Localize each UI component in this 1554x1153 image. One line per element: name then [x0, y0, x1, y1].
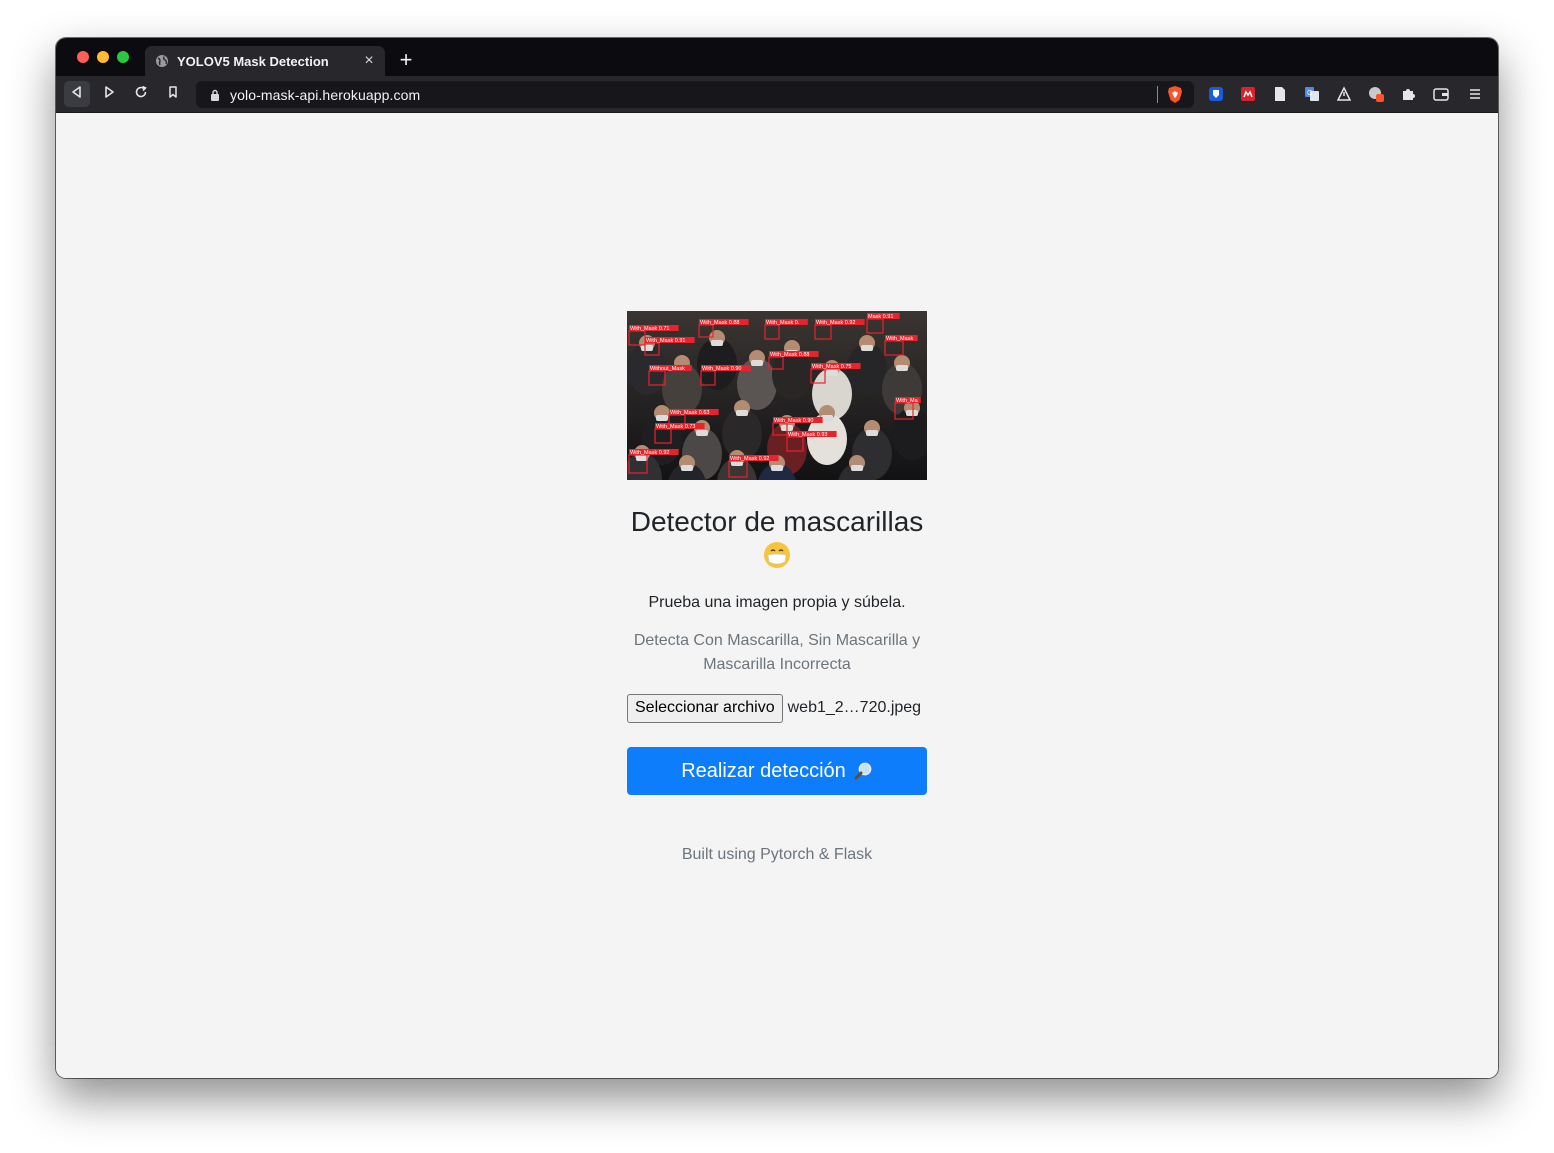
wallet-icon[interactable]: [1432, 85, 1450, 103]
page-icon[interactable]: [1271, 85, 1289, 103]
lock-icon: [210, 89, 220, 101]
detection-label-2: With_Mask 0.88: [700, 320, 739, 326]
back-icon: [70, 85, 84, 104]
bitwarden-icon[interactable]: [1207, 85, 1225, 103]
new-tab-button[interactable]: +: [396, 49, 416, 71]
run-detection-label: Realizar detección: [681, 759, 846, 782]
crowd-mask-6: [861, 345, 873, 351]
crowd-mask-12: [821, 415, 833, 421]
crowd-mask-3: [751, 360, 763, 366]
crowd-mask-16: [681, 465, 693, 471]
crowd-mask-5: [826, 370, 838, 376]
detection-label-4: With_Mask 0.92: [816, 320, 855, 326]
detection-label-13: With_Mask 0.73: [656, 424, 695, 430]
crowd-mask-10: [736, 410, 748, 416]
page-body: With_Mask 0.71 With_Mask 0.91 With_Mask 0.…: [56, 113, 1498, 1078]
maximize-window-button[interactable]: [117, 51, 129, 63]
tab-title: YOLOV5 Mask Detection: [177, 53, 329, 69]
page-title: Detector de mascarillas: [630, 506, 924, 537]
detection-label-14: With_Mask 0.90: [774, 418, 813, 424]
crowd-mask-14: [906, 410, 918, 416]
main-content: With_Mask 0.71 With_Mask 0.91 With_Mask 0.…: [627, 311, 927, 865]
crowd-mask-15: [636, 455, 648, 461]
browser-toolbar: yolo-mask-api.herokuapp.com G: [56, 76, 1498, 113]
back-button[interactable]: [64, 81, 90, 107]
detection-label-17: With_Mask 0.92: [730, 456, 769, 462]
detection-label-12: With_Mask 0.63: [670, 410, 709, 416]
tab-yolov5-mask-detection[interactable]: YOLOV5 Mask Detection ×: [145, 46, 385, 76]
minimize-window-button[interactable]: [97, 51, 109, 63]
menu-icon[interactable]: [1466, 85, 1484, 103]
alert-icon[interactable]: [1335, 85, 1353, 103]
detection-label-9: With_Mask 0.90: [702, 366, 741, 372]
detection-result-image: With_Mask 0.71 With_Mask 0.91 With_Mask 0.…: [627, 311, 927, 480]
detection-label-5: Mask 0.91: [868, 314, 893, 320]
detection-label-6: With_Mask: [886, 336, 913, 342]
detection-label-7: With_Mask 0.88: [770, 352, 809, 358]
detection-label-15: With_Mask 0.93: [788, 432, 827, 438]
crowd-mask-19: [851, 465, 863, 471]
reload-button[interactable]: [128, 81, 154, 107]
puzzle-icon[interactable]: [1399, 85, 1417, 103]
footer-text: Built using Pytorch & Flask: [681, 846, 873, 863]
profile-icon[interactable]: [1367, 85, 1385, 103]
close-tab-button[interactable]: ×: [361, 53, 377, 69]
description-text: Detecta Con Mascarilla, Sin Mascarilla y…: [633, 632, 921, 673]
forward-button[interactable]: [96, 81, 122, 107]
detection-label-3: With_Mask 0.: [766, 320, 800, 326]
file-input: Seleccionar archivo web1_2…720.jpeg: [627, 693, 927, 723]
selected-file-name: web1_2…720.jpeg: [787, 699, 922, 716]
globe-icon: [155, 54, 169, 68]
svg-text:G: G: [1307, 90, 1312, 97]
crowd-mask-8: [656, 415, 668, 421]
mask-face-emoji-icon: [763, 541, 791, 569]
forward-icon: [102, 85, 116, 104]
address-bar[interactable]: yolo-mask-api.herokuapp.com: [196, 81, 1194, 108]
magnifier-icon: [853, 761, 873, 781]
crowd-mask-18: [771, 465, 783, 471]
url-text: yolo-mask-api.herokuapp.com: [230, 86, 421, 103]
close-window-button[interactable]: [77, 51, 89, 63]
mendeley-icon[interactable]: [1239, 85, 1257, 103]
bookmark-icon: [166, 85, 180, 104]
translate-icon[interactable]: G: [1303, 85, 1321, 103]
crowd-mask-7: [896, 365, 908, 371]
bookmark-button[interactable]: [160, 81, 186, 107]
detection-label-11: With_Ma: [896, 398, 919, 404]
detection-label-8: Without_Mask: [650, 366, 685, 372]
detection-label-10: With_Mask 0.75: [812, 364, 851, 370]
detection-label-16: With_Mask 0.92: [630, 450, 669, 456]
crowd-mask-2: [711, 340, 723, 346]
brave-shield-icon[interactable]: [1166, 85, 1184, 104]
tab-strip: YOLOV5 Mask Detection × +: [56, 38, 1498, 76]
lead-text: Prueba una imagen propia y súbela.: [648, 594, 906, 611]
run-detection-button[interactable]: Realizar detección: [627, 747, 927, 795]
reload-icon: [134, 85, 148, 104]
address-divider: [1157, 86, 1158, 103]
detection-label-1: With_Mask 0.91: [646, 338, 685, 344]
crowd-mask-0: [641, 345, 653, 351]
crowd-mask-13: [866, 430, 878, 436]
detection-label-0: With_Mask 0.71: [630, 326, 669, 332]
browser-window: YOLOV5 Mask Detection × + yolo-mask-api.…: [56, 38, 1498, 1078]
choose-file-button[interactable]: Seleccionar archivo: [627, 693, 783, 723]
crowd-mask-9: [696, 430, 708, 436]
